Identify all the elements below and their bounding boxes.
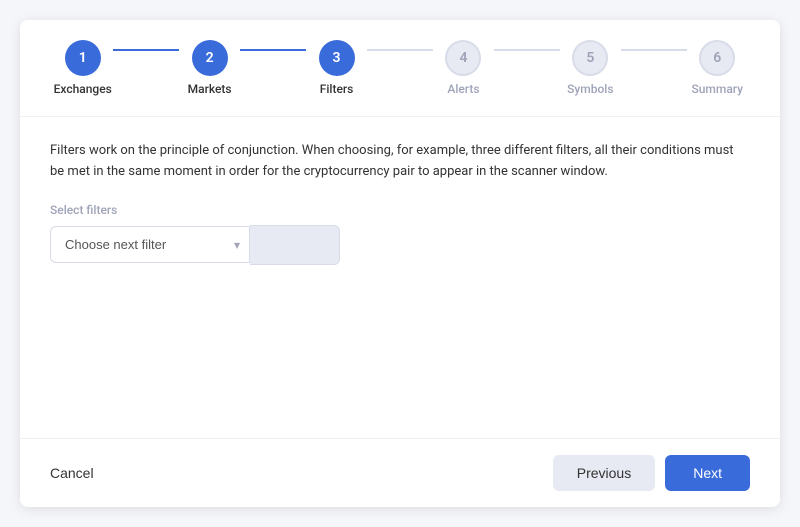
content-area: Filters work on the principle of conjunc… xyxy=(20,117,780,438)
step-1: 1 Exchanges xyxy=(50,40,115,96)
connector-3-4 xyxy=(367,49,432,51)
connector-1-2 xyxy=(113,49,178,51)
step-5-label: Symbols xyxy=(567,82,613,96)
footer: Cancel Previous Next xyxy=(20,438,780,507)
description-text: Filters work on the principle of conjunc… xyxy=(50,141,750,183)
cancel-button[interactable]: Cancel xyxy=(50,465,94,481)
modal: 1 Exchanges 2 Markets 3 Filters 4 Alerts… xyxy=(20,20,780,507)
step-4: 4 Alerts xyxy=(431,40,496,96)
step-4-label: Alerts xyxy=(447,82,479,96)
step-4-circle: 4 xyxy=(445,40,481,76)
filter-row: Choose next filter ▾ xyxy=(50,225,750,265)
step-6-label: Summary xyxy=(691,82,743,96)
step-6-circle: 6 xyxy=(699,40,735,76)
step-6: 6 Summary xyxy=(685,40,750,96)
step-3: 3 Filters xyxy=(304,40,369,96)
step-2-circle: 2 xyxy=(192,40,228,76)
filter-select[interactable]: Choose next filter xyxy=(50,226,250,263)
connector-4-5 xyxy=(494,49,559,51)
connector-5-6 xyxy=(621,49,686,51)
step-3-circle: 3 xyxy=(319,40,355,76)
step-5: 5 Symbols xyxy=(558,40,623,96)
connector-2-3 xyxy=(240,49,305,51)
previous-button[interactable]: Previous xyxy=(553,455,655,491)
footer-actions: Previous Next xyxy=(553,455,750,491)
filter-section-label: Select filters xyxy=(50,203,750,217)
step-1-circle: 1 xyxy=(65,40,101,76)
step-2-label: Markets xyxy=(188,82,232,96)
step-5-circle: 5 xyxy=(572,40,608,76)
step-2: 2 Markets xyxy=(177,40,242,96)
next-button[interactable]: Next xyxy=(665,455,750,491)
filter-add-button[interactable] xyxy=(250,225,340,265)
filter-section: Select filters Choose next filter ▾ xyxy=(50,203,750,265)
step-3-label: Filters xyxy=(320,82,354,96)
step-1-label: Exchanges xyxy=(54,82,112,96)
filter-select-wrapper: Choose next filter ▾ xyxy=(50,226,250,263)
stepper: 1 Exchanges 2 Markets 3 Filters 4 Alerts… xyxy=(20,20,780,117)
